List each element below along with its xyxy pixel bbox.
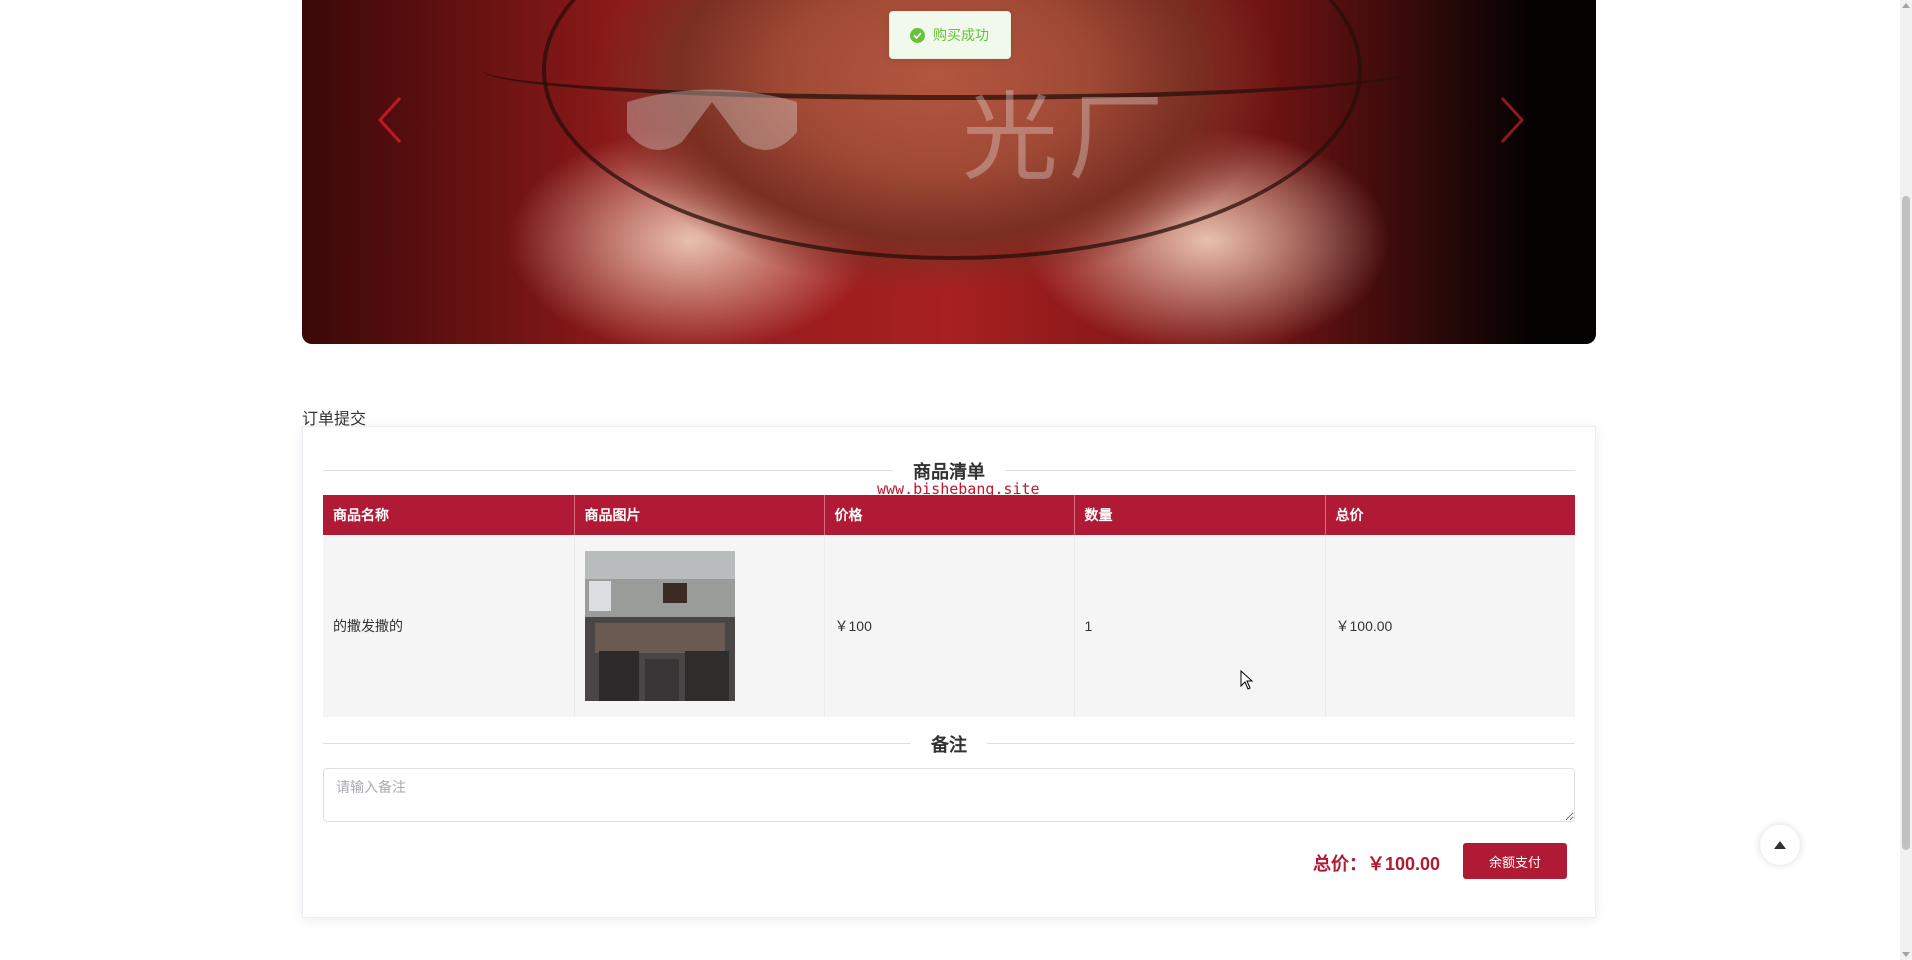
success-toast: 购买成功	[889, 11, 1011, 59]
scroll-thumb[interactable]	[1902, 196, 1910, 850]
remark-input[interactable]	[323, 768, 1575, 822]
total-price: 总价：￥100.00	[1313, 854, 1441, 874]
product-subtotal: ￥100.00	[1325, 535, 1575, 717]
goods-list-divider: 商品清单	[323, 458, 1575, 484]
balance-pay-button[interactable]: 余额支付	[1463, 843, 1567, 879]
carousel-next-icon[interactable]	[1490, 92, 1530, 148]
column-header-image: 商品图片	[574, 495, 825, 535]
carousel-prev-icon[interactable]	[372, 92, 412, 148]
back-to-top-button[interactable]	[1760, 825, 1800, 865]
goods-table: 商品名称 商品图片 价格 数量 总价 的撒发撒的 ￥100 1 ￥100.00	[323, 495, 1575, 717]
product-image-cell	[574, 535, 825, 717]
toast-message: 购买成功	[933, 27, 989, 43]
column-header-quantity: 数量	[1074, 495, 1326, 535]
table-header-row: 商品名称 商品图片 价格 数量 总价	[323, 495, 1575, 535]
order-card: 商品清单 www.bishebang.site 商品名称 商品图片 价格 数量 …	[302, 426, 1596, 918]
product-quantity: 1	[1074, 535, 1326, 717]
watermark-logo-icon	[627, 89, 797, 150]
column-header-subtotal: 总价	[1325, 495, 1575, 535]
check-circle-icon	[910, 27, 925, 43]
remark-heading: 备注	[911, 731, 987, 757]
caret-up-icon	[1774, 841, 1786, 849]
column-header-price: 价格	[824, 495, 1075, 535]
scroll-down-icon[interactable]	[1902, 952, 1910, 957]
remark-divider: 备注	[323, 731, 1575, 757]
column-header-name: 商品名称	[323, 495, 575, 535]
table-row: 的撒发撒的 ￥100 1 ￥100.00	[323, 535, 1575, 717]
mouse-cursor-icon	[1240, 670, 1254, 690]
scroll-up-icon[interactable]	[1902, 3, 1910, 8]
watermark-text: 光厂	[962, 82, 1174, 194]
page-scrollbar[interactable]	[1900, 0, 1912, 960]
product-price: ￥100	[824, 535, 1075, 717]
product-image[interactable]	[584, 551, 735, 701]
product-name: 的撒发撒的	[323, 535, 575, 717]
